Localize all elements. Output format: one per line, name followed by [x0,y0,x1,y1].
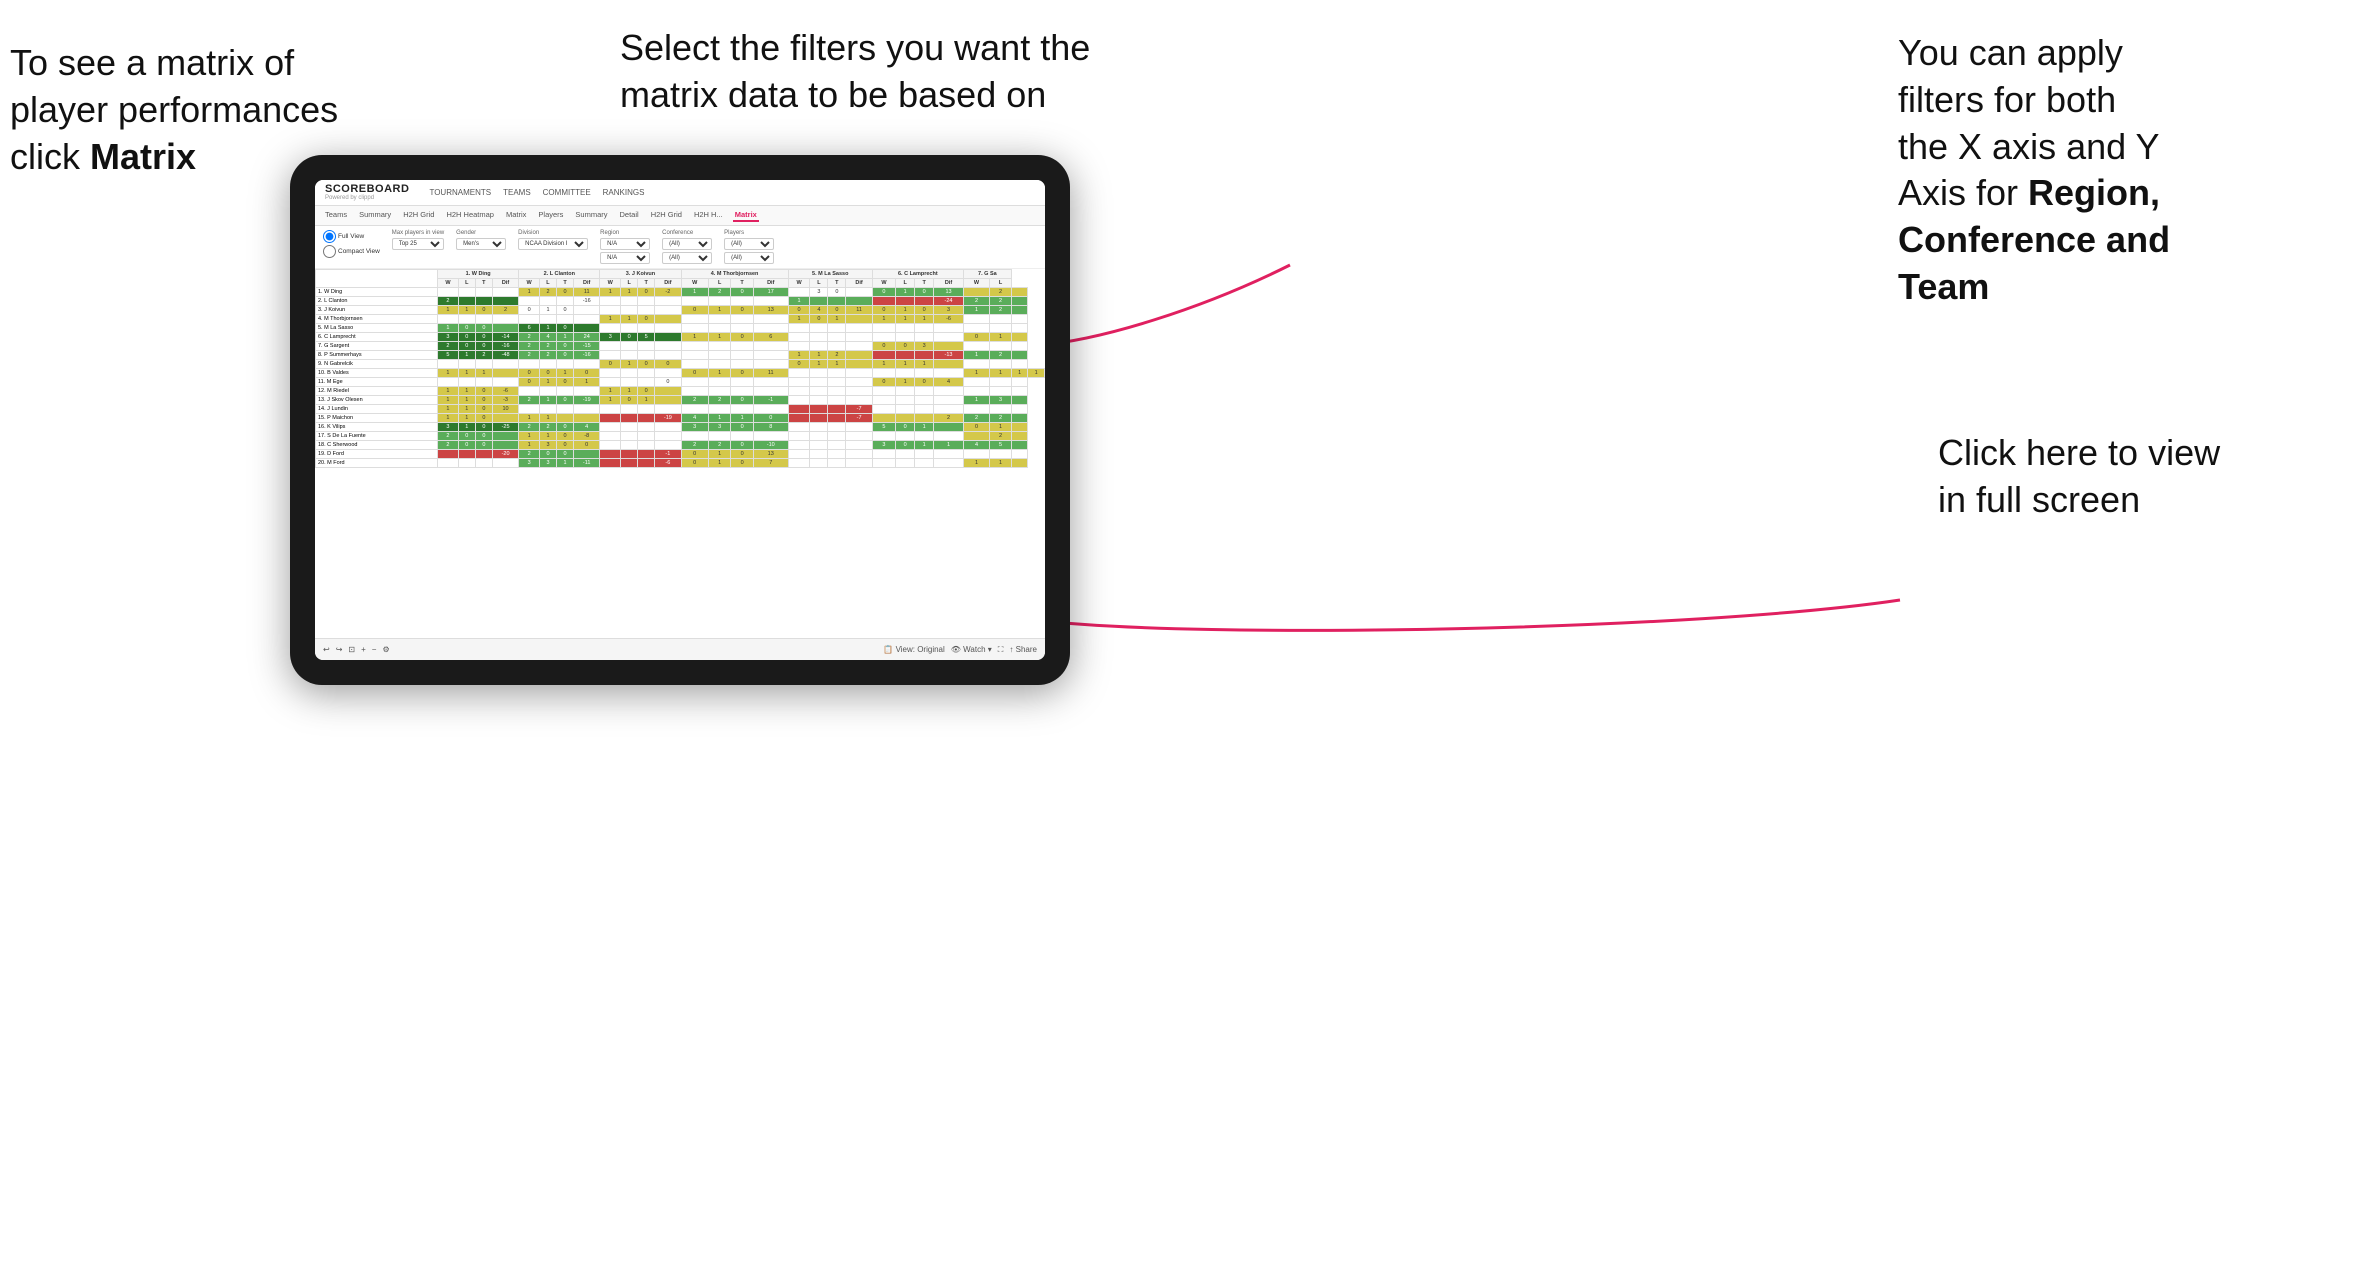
tablet-frame: SCOREBOARD Powered by clippd TOURNAMENTS… [290,155,1070,685]
watch-btn[interactable]: 👁 Watch ▾ [951,645,992,654]
tablet-screen: SCOREBOARD Powered by clippd TOURNAMENTS… [315,180,1045,660]
col-header-6: 6. C Lamprecht [872,270,963,279]
table-row: 1. W Ding12011110-21201730010132 [316,288,1045,297]
filter-division: Division NCAA Division I [518,230,588,250]
scoreboard-logo: SCOREBOARD Powered by clippd [325,184,409,201]
division-select[interactable]: NCAA Division I [518,238,588,250]
filter-conference: Conference (All) (All) [662,230,712,264]
region-select-x[interactable]: N/A [600,238,650,250]
app-header: SCOREBOARD Powered by clippd TOURNAMENTS… [315,180,1045,206]
fullscreen-btn[interactable]: ⛶ [998,645,1004,655]
table-row: 16. K Vilips310-252204330850101 [316,423,1045,432]
tab-matrix-active[interactable]: Matrix [733,209,759,222]
nav-rankings[interactable]: RANKINGS [603,188,645,197]
table-row: 8. P Summerhays512-48220-16112-1312 [316,351,1045,360]
filter-gender: Gender Men's [456,230,506,250]
logo-main: SCOREBOARD [325,184,409,195]
table-row: 9. N Gabrelcik0100011111 [316,360,1045,369]
table-row: 5. M La Sasso100610 [316,324,1045,333]
annotation-right-bottom: Click here to view in full screen [1938,430,2318,524]
tab-players[interactable]: Players [536,209,565,222]
filter-players: Players (All) (All) [724,230,774,264]
compact-view-radio[interactable] [323,245,336,258]
nav-tournaments[interactable]: TOURNAMENTS [429,188,491,197]
toolbar-left: ↩ ↪ ⊡ + − ⚙ [323,645,390,654]
tab-teams[interactable]: Teams [323,209,349,222]
table-row: 18. C Sherwood2001300220-10301145 [316,441,1045,450]
settings-btn[interactable]: ⚙ [382,645,389,654]
filter-region: Region N/A N/A [600,230,650,264]
matrix-area: 1. W Ding 2. L Clanton 3. J Koivun 4. M … [315,269,1045,619]
tab-h2h-h[interactable]: H2H H... [692,209,725,222]
table-row: 15. P Maichon11011-194110-7222 [316,414,1045,423]
tab-h2h-heatmap[interactable]: H2H Heatmap [444,209,496,222]
players-select-y[interactable]: (All) [724,252,774,264]
col-header-4: 4. M Thorbjornsen [681,270,788,279]
toolbar-right: 📋 View: Original 👁 Watch ▾ ⛶ ↑ Share [883,645,1037,655]
sub-nav: Teams Summary H2H Grid H2H Heatmap Matri… [315,206,1045,226]
tab-h2h-grid[interactable]: H2H Grid [401,209,436,222]
zoom-fit-btn[interactable]: ⊡ [348,645,355,654]
logo-sub: Powered by clippd [325,195,409,201]
undo-btn[interactable]: ↩ [323,645,330,654]
annotation-center: Select the filters you want the matrix d… [620,25,1120,119]
max-players-select[interactable]: Top 25 [392,238,444,250]
full-view-radio[interactable] [323,230,336,243]
table-row: 20. M Ford331-11-6010711 [316,459,1045,468]
table-row: 12. M Riedel110-6110 [316,387,1045,396]
filter-max-players: Max players in view Top 25 [392,230,444,250]
annotation-right-top: You can apply filters for both the X axi… [1898,30,2318,311]
zoom-in-btn[interactable]: + [361,645,366,654]
table-row: 7. G Sargent200-16220-15003 [316,342,1045,351]
tab-matrix[interactable]: Matrix [504,209,528,222]
matrix-table: 1. W Ding 2. L Clanton 3. J Koivun 4. M … [315,269,1045,468]
redo-btn[interactable]: ↪ [336,645,343,654]
table-row: 4. M Thorbjornsen110101111-6 [316,315,1045,324]
nav-items: TOURNAMENTS TEAMS COMMITTEE RANKINGS [429,188,644,197]
col-header-1: 1. W Ding [438,270,519,279]
players-select-x[interactable]: (All) [724,238,774,250]
share-btn[interactable]: ↑ Share [1009,645,1037,654]
view-options: Full View Compact View [323,230,380,258]
col-header-2: 2. L Clanton [519,270,600,279]
view-original-btn[interactable]: 📋 View: Original [883,645,944,654]
table-row: 6. C Lamprecht300-1424124305110601 [316,333,1045,342]
table-row: 13. J Skov Olesen110-3210-19101220-113 [316,396,1045,405]
filters-bar: Full View Compact View Max players in vi… [315,226,1045,269]
table-row: 10. B Valdes1110010010111111 [316,369,1045,378]
zoom-out-btn[interactable]: − [372,645,377,654]
conference-select-y[interactable]: (All) [662,252,712,264]
tab-detail[interactable]: Detail [618,209,641,222]
bottom-toolbar: ↩ ↪ ⊡ + − ⚙ 📋 View: Original 👁 Watch ▾ ⛶… [315,638,1045,660]
table-row: 17. S De La Fuente200110-82 [316,432,1045,441]
col-header-7: 7. G Sa [963,270,1011,279]
gender-select[interactable]: Men's [456,238,506,250]
region-select-y[interactable]: N/A [600,252,650,264]
compact-view-option[interactable]: Compact View [323,245,380,258]
table-row: 19. D Ford-20200-101013 [316,450,1045,459]
table-row: 11. M Ege010100104 [316,378,1045,387]
table-corner [316,270,438,288]
table-row: 2. L Clanton2-161-2422 [316,297,1045,306]
table-row: 3. J Koivun11020100101304011010312 [316,306,1045,315]
nav-teams[interactable]: TEAMS [503,188,531,197]
tab-h2h-grid2[interactable]: H2H Grid [649,209,684,222]
nav-committee[interactable]: COMMITTEE [543,188,591,197]
conference-select-x[interactable]: (All) [662,238,712,250]
col-header-5: 5. M La Sasso [788,270,872,279]
table-row: 14. J Lundin11010-7 [316,405,1045,414]
tab-summary2[interactable]: Summary [573,209,609,222]
tab-summary[interactable]: Summary [357,209,393,222]
col-header-3: 3. J Koivun [600,270,681,279]
full-view-option[interactable]: Full View [323,230,380,243]
